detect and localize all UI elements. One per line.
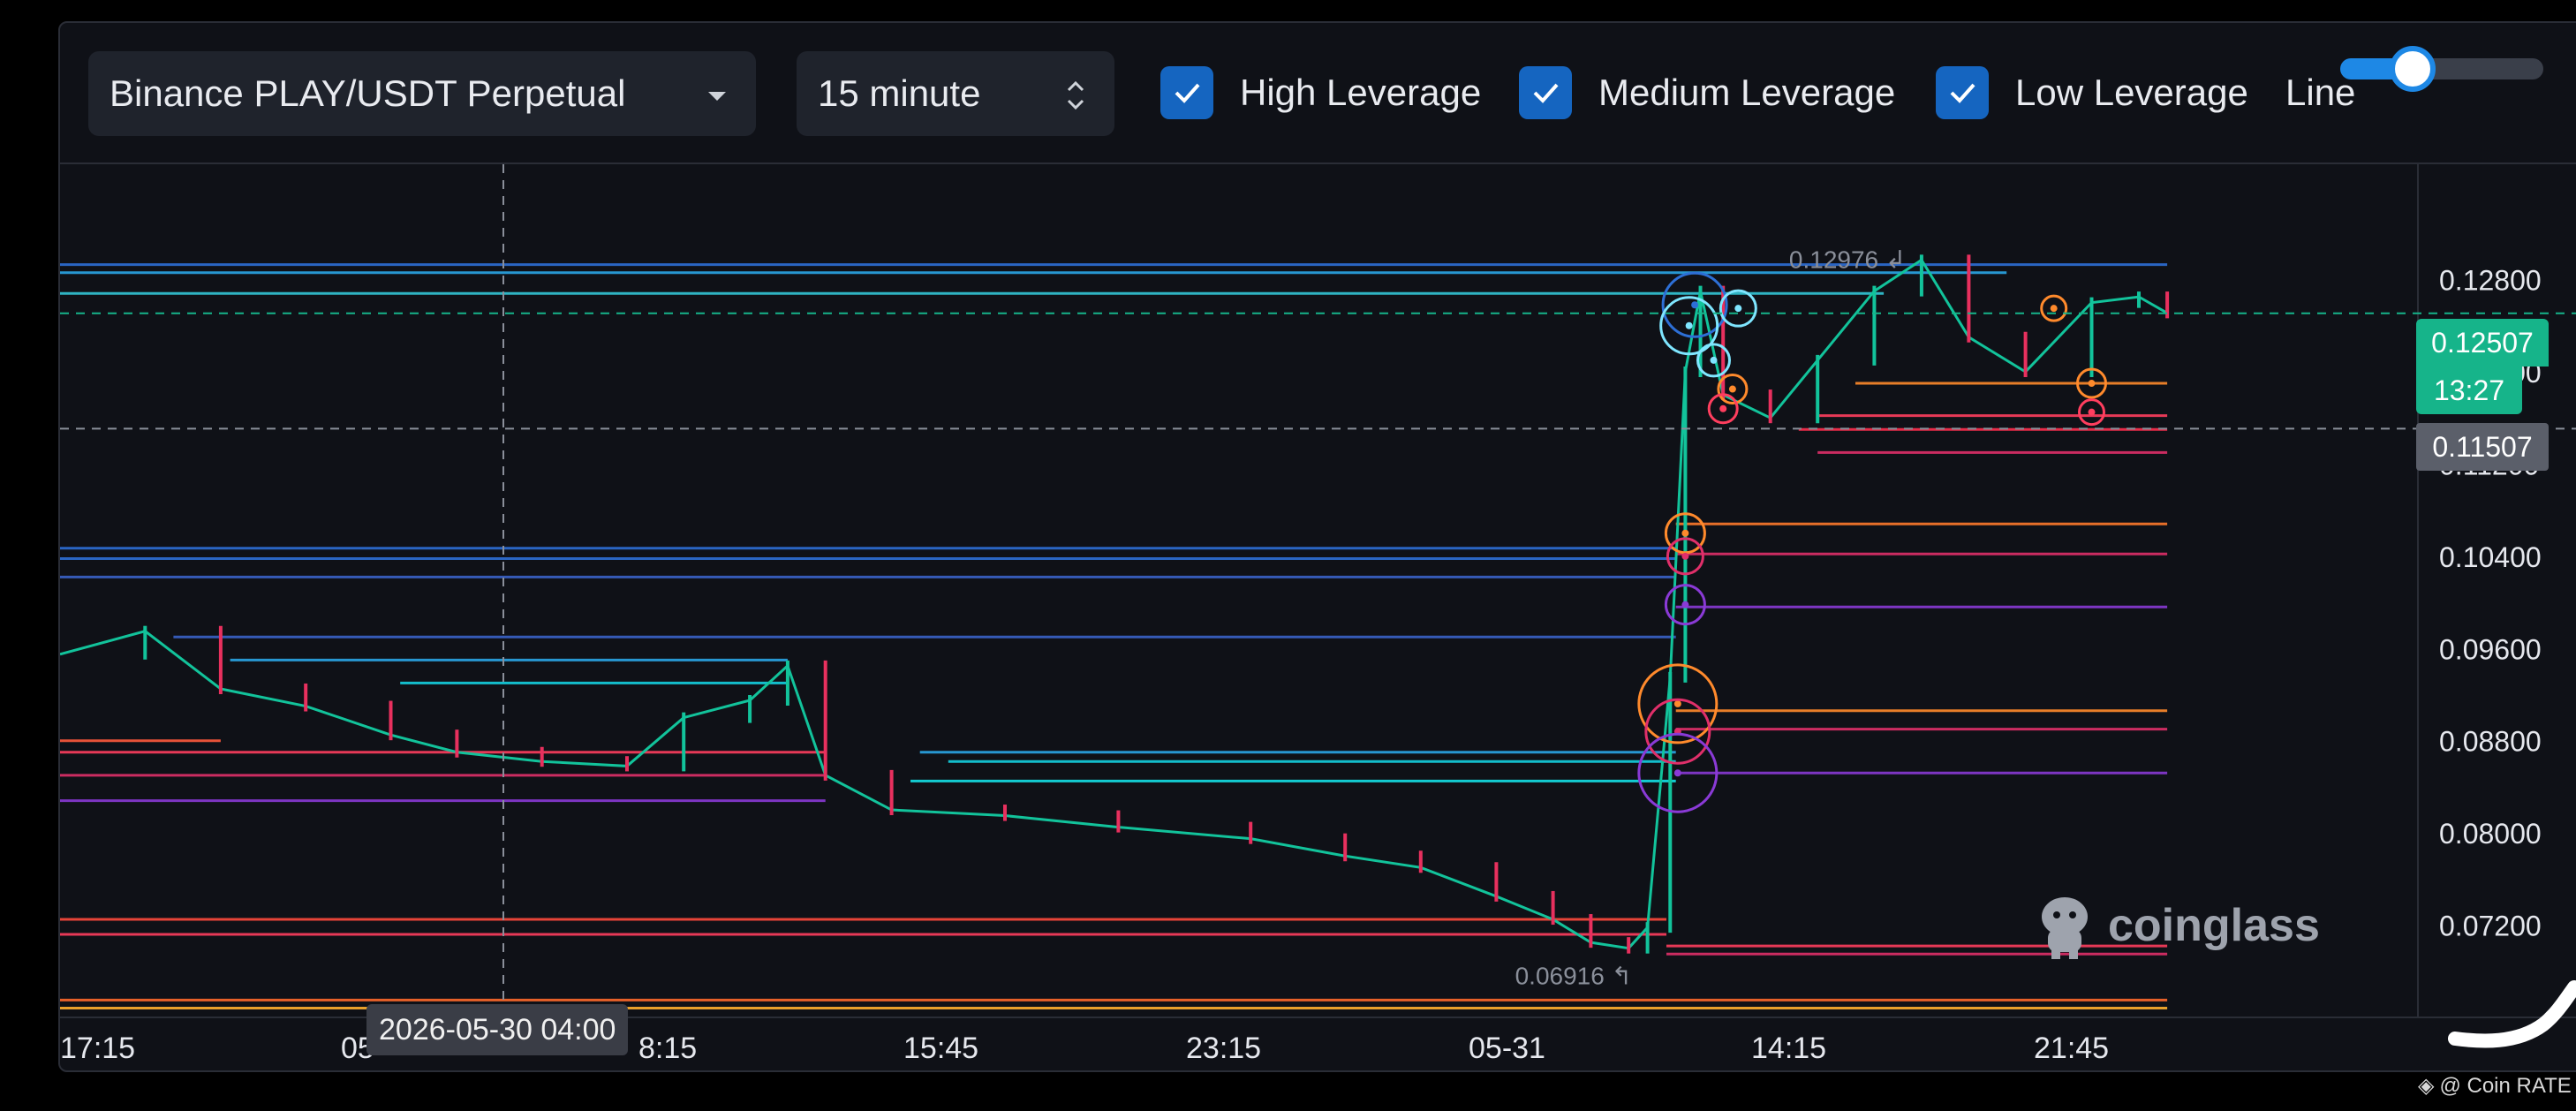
low-leverage-checkbox[interactable]: Low Leverage [1936,64,2248,122]
crosshair-date-label: 2026-05-30 04:00 [366,1004,629,1055]
chart-panel: Binance PLAY/USDT Perpetual 15 minute Hi… [58,21,2576,1072]
interval-select[interactable]: 15 minute [797,51,1114,136]
y-axis-tick-label: 0.08800 [2439,726,2542,758]
checkbox-checked-icon [1519,66,1572,119]
crosshair-date-value: 2026-05-30 04:00 [379,1012,616,1047]
coinglass-logo-icon [2042,897,2088,959]
watermark-text: coinglass [2108,900,2320,951]
liquidation-bubble-dot [1728,385,1736,393]
liquidation-bubble-dot [1710,356,1718,364]
x-axis-tick-label: 23:15 [1186,1032,1261,1065]
white-scribble-mark [2448,980,2576,1048]
y-axis-tick-label: 0.12800 [2439,265,2542,297]
caret-down-icon [705,78,729,120]
liquidation-bubble-dot [1691,301,1699,309]
price-line [60,258,2168,950]
liquidation-bubble-dot [1681,529,1689,537]
checkbox-checked-icon [1160,66,1213,119]
interval-select-value: 15 minute [818,72,981,114]
y-axis-tick-label: 0.08000 [2439,818,2542,850]
crosshair-price-value: 0.11507 [2432,430,2533,463]
x-axis-tick-label: 21:45 [2034,1032,2109,1065]
high-price-annotation: 0.12976 ↲ [1789,246,1906,274]
liquidation-bubble-dot [2050,305,2058,313]
liquidation-bubble-dot [2088,408,2096,416]
countdown-tag: 13:27 [2416,367,2522,414]
footer-credit-text: @ Coin RATE [2439,1073,2572,1098]
liquidation-bubble-dot [1734,305,1742,313]
updown-arrows-icon [1063,78,1088,122]
liquidation-bubble-dot [1673,699,1681,707]
high-leverage-label: High Leverage [1240,72,1482,113]
high-leverage-checkbox[interactable]: High Leverage [1160,64,1481,122]
diamond-icon: ◈ [2418,1074,2435,1098]
y-axis-tick-label: 0.10400 [2439,541,2542,573]
liquidation-bubble-dot [1673,769,1681,777]
countdown-value: 13:27 [2433,374,2505,406]
x-axis-tick-label: 17:15 [60,1032,135,1065]
pair-select-value: Binance PLAY/USDT Perpetual [110,72,626,114]
medium-leverage-label: Medium Leverage [1598,72,1896,113]
current-price-value: 0.12507 [2431,326,2534,359]
x-axis-tick-label: 15:45 [903,1032,978,1065]
pair-select[interactable]: Binance PLAY/USDT Perpetual [88,51,756,136]
crosshair-price-tag: 0.11507 [2416,423,2549,471]
low-leverage-label: Low Leverage [2015,72,2248,113]
liquidation-bubble-dot [1681,601,1689,608]
footer-credit: ◈ @ Coin RATE [2418,1073,2572,1099]
x-axis-tick-label: 14:15 [1751,1032,1826,1065]
liquidation-bubble-dot [2088,380,2096,388]
line-toggle-track[interactable] [2340,58,2543,79]
line-toggle-knob[interactable] [2390,46,2436,92]
x-axis-tick-label: 05-31 [1469,1032,1545,1065]
low-price-annotation: 0.06916 ↰ [1515,963,1632,990]
chart-toolbar: Binance PLAY/USDT Perpetual 15 minute Hi… [60,23,2576,164]
current-price-tag: 0.12507 [2416,319,2549,367]
liquidation-bubble-dot [1681,552,1689,560]
checkbox-checked-icon [1936,66,1989,119]
y-axis-tick-label: 0.07200 [2439,911,2542,942]
y-axis-tick-label: 0.09600 [2439,633,2542,665]
liquidation-bubble-dot [1685,321,1693,329]
medium-leverage-checkbox[interactable]: Medium Leverage [1519,64,1895,122]
coinglass-watermark: coinglass [2034,890,2320,961]
liquidation-bubble-dot [1719,404,1727,412]
x-axis-tick-label: 8:15 [638,1032,697,1065]
